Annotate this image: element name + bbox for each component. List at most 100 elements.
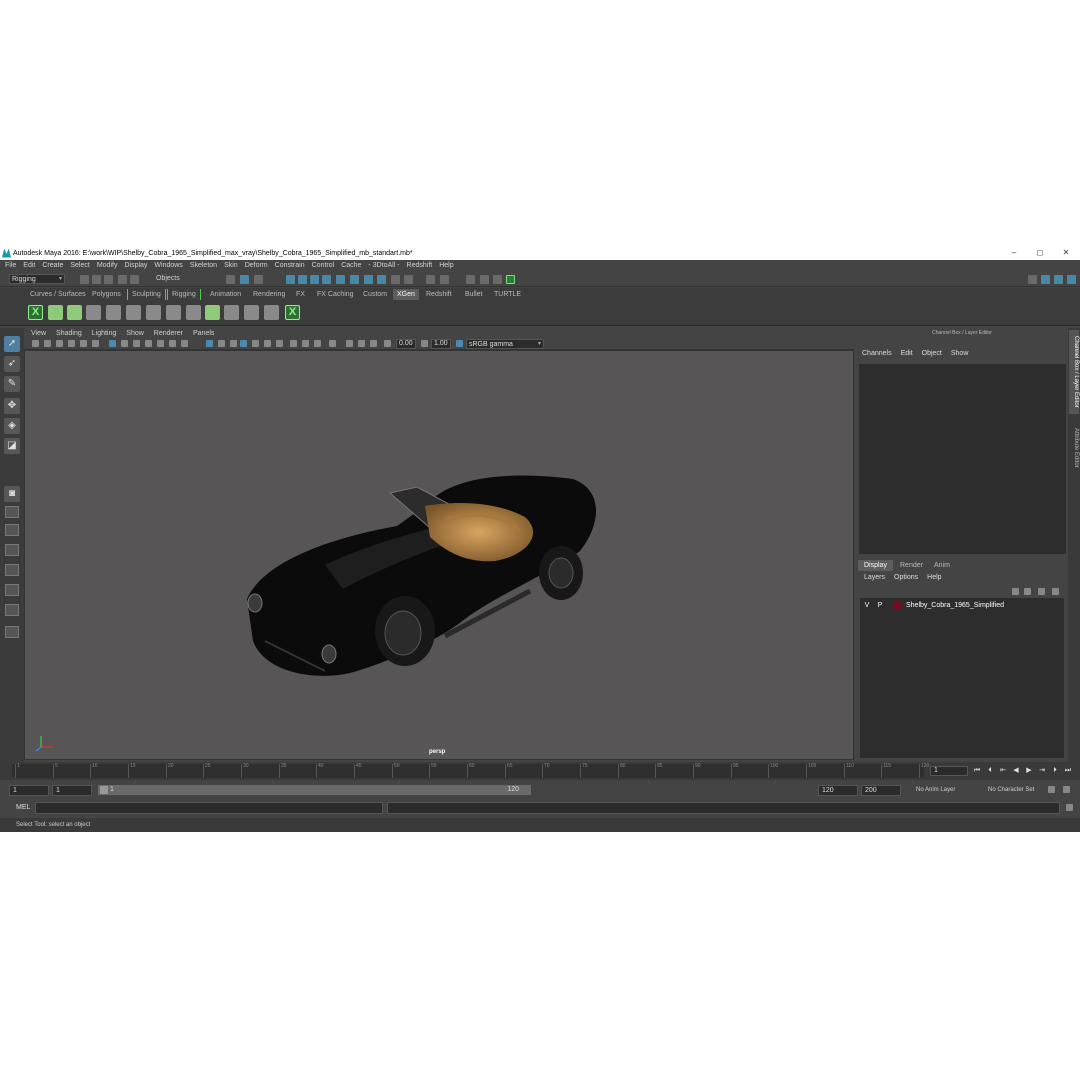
auto-key-icon[interactable] <box>1048 786 1055 793</box>
layer-playback-toggle[interactable]: P <box>874 602 886 609</box>
shelf-tab-fx[interactable]: FX <box>292 289 309 300</box>
anim-layer-dropdown[interactable]: No Anim Layer <box>916 787 955 793</box>
pan-zoom-icon[interactable] <box>370 340 377 347</box>
menu-select[interactable]: Select <box>70 262 89 269</box>
camera-attributes-icon[interactable] <box>44 340 51 347</box>
grease-pencil-icon[interactable] <box>384 340 391 347</box>
step-back-frame-icon[interactable]: ⏴ <box>985 766 995 776</box>
xgen-clump-icon[interactable] <box>244 305 259 320</box>
shelf-tab-xgen[interactable]: XGen <box>393 289 419 300</box>
menu-file[interactable]: File <box>5 262 16 269</box>
snap-surface-icon[interactable] <box>336 275 345 284</box>
tab-render[interactable]: Render <box>894 560 929 571</box>
viewport-menu-shading[interactable]: Shading <box>56 330 82 337</box>
xgen-add-guide-icon[interactable] <box>106 305 121 320</box>
snap-point-icon[interactable] <box>310 275 319 284</box>
layer-name[interactable]: Shelby_Cobra_1965_Simplified <box>906 602 1004 609</box>
undo-icon[interactable] <box>118 275 127 284</box>
xgen-sculpt-guides-icon[interactable] <box>126 305 141 320</box>
menu-deform[interactable]: Deform <box>245 262 268 269</box>
exposure-field[interactable]: 0.00 <box>396 339 416 349</box>
tool-settings-toggle-icon[interactable] <box>1054 275 1063 284</box>
workspace-layout-icon[interactable] <box>1028 275 1037 284</box>
shelf-tab-bullet[interactable]: Bullet <box>461 289 487 300</box>
motion-blur-icon[interactable] <box>252 340 259 347</box>
select-camera-icon[interactable] <box>32 340 39 347</box>
shadows-icon[interactable] <box>169 340 176 347</box>
rotate-tool-icon[interactable]: ◈ <box>4 418 20 434</box>
save-scene-icon[interactable] <box>104 275 113 284</box>
lasso-tool-icon[interactable]: ➶ <box>4 356 20 372</box>
resolution-gate-icon[interactable] <box>290 340 297 347</box>
play-forward-icon[interactable]: ▶ <box>1024 766 1034 776</box>
range-slider-start-handle[interactable] <box>100 786 108 794</box>
show-menu[interactable]: Show <box>951 350 969 357</box>
menu-3dtoall[interactable]: - 3DtoAll - <box>368 262 399 269</box>
start-time-field[interactable]: 1 <box>9 785 49 796</box>
two-view-layout-icon[interactable] <box>5 524 19 536</box>
play-backward-icon[interactable]: ◀ <box>1011 766 1021 776</box>
gate-mask-icon[interactable] <box>329 340 336 347</box>
xray-active-icon[interactable] <box>240 340 247 347</box>
graph-layout-icon[interactable] <box>5 564 19 576</box>
script-editor-icon[interactable] <box>1066 804 1073 811</box>
new-scene-icon[interactable] <box>80 275 89 284</box>
side-tab-channel-box[interactable]: Channel Box / Layer Editor <box>1069 330 1079 414</box>
move-layer-down-icon[interactable] <box>1024 588 1031 595</box>
xgen-lock-icon[interactable] <box>166 305 181 320</box>
attribute-editor-toggle-icon[interactable] <box>1041 275 1050 284</box>
close-button[interactable]: ✕ <box>1054 246 1078 260</box>
ipr-render-icon[interactable] <box>377 275 386 284</box>
xray-icon[interactable] <box>218 340 225 347</box>
menu-help[interactable]: Help <box>439 262 453 269</box>
wireframe-on-shaded-icon[interactable] <box>133 340 140 347</box>
wireframe-icon[interactable] <box>109 340 116 347</box>
step-back-key-icon[interactable]: ⇤ <box>998 766 1008 776</box>
menu-skin[interactable]: Skin <box>224 262 238 269</box>
grid-icon[interactable] <box>80 340 87 347</box>
render-frame-icon[interactable] <box>364 275 373 284</box>
menu-modify[interactable]: Modify <box>97 262 118 269</box>
film-gate-icon[interactable] <box>92 340 99 347</box>
help-menu[interactable]: Help <box>927 574 941 581</box>
menu-control[interactable]: Control <box>312 262 335 269</box>
single-perspective-layout-icon[interactable]: ◙ <box>4 486 20 502</box>
car-model[interactable] <box>25 351 854 760</box>
menu-skeleton[interactable]: Skeleton <box>190 262 217 269</box>
snap-grid-icon[interactable] <box>286 275 295 284</box>
playback-end-field[interactable]: 120 <box>818 785 858 796</box>
multisample-icon[interactable] <box>264 340 271 347</box>
playback-start-field[interactable]: 1 <box>52 785 92 796</box>
xgen-cut-icon[interactable] <box>264 305 279 320</box>
xgen-toggle-icon[interactable] <box>466 275 475 284</box>
shelf-tab-animation[interactable]: Animation <box>206 289 245 300</box>
edit-menu[interactable]: Edit <box>901 350 913 357</box>
safe-action-icon[interactable] <box>302 340 309 347</box>
uv-layout-icon[interactable] <box>5 604 19 616</box>
viewport-menu-lighting[interactable]: Lighting <box>92 330 117 337</box>
open-scene-icon[interactable] <box>92 275 101 284</box>
go-to-start-icon[interactable]: ⏮ <box>972 766 982 776</box>
select-tool-icon[interactable]: ➚ <box>4 336 20 352</box>
xgen-convert-icon[interactable] <box>224 305 239 320</box>
render-view-icon[interactable] <box>440 275 449 284</box>
menu-edit[interactable]: Edit <box>23 262 35 269</box>
xgen-preview-icon[interactable] <box>480 275 489 284</box>
new-empty-layer-icon[interactable] <box>1038 588 1045 595</box>
range-slider[interactable]: 1 120 <box>98 785 531 795</box>
camera-gate-icon[interactable] <box>358 340 365 347</box>
channel-box-toggle-icon[interactable] <box>1067 275 1076 284</box>
shelf-tab-polygons[interactable]: Polygons <box>88 289 125 300</box>
objects-mode-label[interactable]: Objects <box>156 275 180 282</box>
colorspace-dropdown[interactable]: sRGB gamma <box>466 339 544 349</box>
options-menu[interactable]: Options <box>894 574 918 581</box>
shelf-tab-sculpting[interactable]: Sculpting <box>127 289 166 300</box>
snap-plane-icon[interactable] <box>322 275 331 284</box>
xgen-layers-icon[interactable] <box>205 305 220 320</box>
menu-constrain[interactable]: Constrain <box>275 262 305 269</box>
smooth-shade-icon[interactable] <box>121 340 128 347</box>
outliner-layout-icon[interactable] <box>5 544 19 556</box>
select-hierarchy-icon[interactable] <box>226 275 235 284</box>
current-frame-field[interactable]: 1 <box>930 766 968 776</box>
tab-anim[interactable]: Anim <box>928 560 956 571</box>
